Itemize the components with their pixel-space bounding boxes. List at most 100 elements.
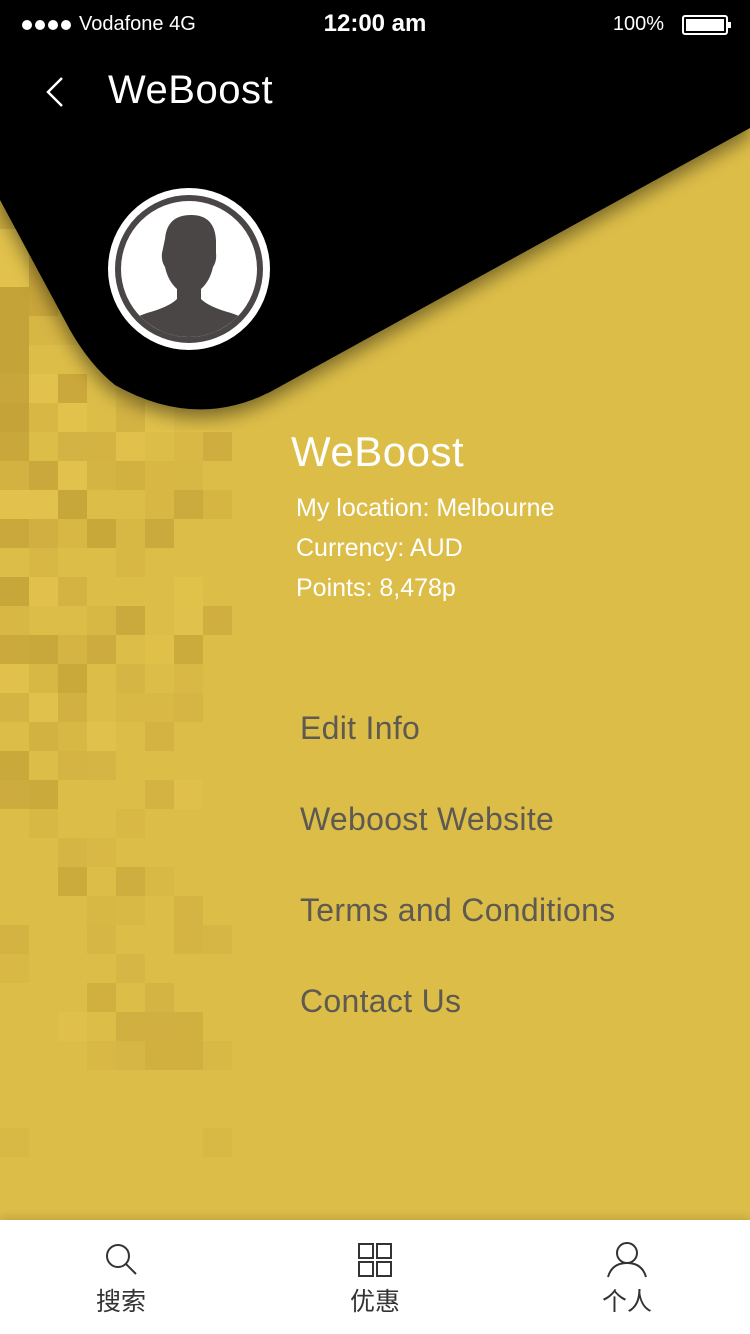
mosaic-tile <box>203 432 232 461</box>
mosaic-tile <box>0 635 29 664</box>
menu-item-edit-info[interactable]: Edit Info <box>300 700 615 791</box>
mosaic-tile <box>58 432 87 461</box>
mosaic-tile <box>58 490 87 519</box>
mosaic-tile <box>174 925 203 954</box>
mosaic-tile <box>116 606 145 635</box>
back-button[interactable] <box>40 70 80 114</box>
mosaic-tile <box>29 693 58 722</box>
mosaic-tile <box>174 896 203 925</box>
tab-deals[interactable]: 优惠 <box>315 1220 435 1334</box>
mosaic-tile <box>116 809 145 838</box>
mosaic-tile <box>87 838 116 867</box>
mosaic-tile <box>58 635 87 664</box>
mosaic-tile <box>174 780 203 809</box>
mosaic-tile <box>116 896 145 925</box>
mosaic-tile <box>203 1041 232 1070</box>
profile-screen: Vodafone 4G 12:00 am 100% WeBoost WeBoos… <box>0 0 750 1334</box>
mosaic-tile <box>0 606 29 635</box>
mosaic-tile <box>29 519 58 548</box>
mosaic-tile <box>116 1041 145 1070</box>
search-icon <box>106 1244 137 1275</box>
mosaic-tile <box>203 925 232 954</box>
mosaic-tile <box>116 867 145 896</box>
mosaic-tile <box>0 461 29 490</box>
mosaic-tile <box>58 867 87 896</box>
mosaic-tile <box>145 983 174 1012</box>
mosaic-tile <box>29 461 58 490</box>
mosaic-tile <box>116 1012 145 1041</box>
mosaic-tile <box>116 548 145 577</box>
tab-bar: 搜索 优惠 个人 <box>0 1220 750 1334</box>
mosaic-tile <box>116 432 145 461</box>
tab-search-label: 搜索 <box>95 1287 146 1316</box>
mosaic-tile <box>174 461 203 490</box>
mosaic-tile <box>87 461 116 490</box>
mosaic-tile <box>0 693 29 722</box>
mosaic-tile <box>0 664 29 693</box>
mosaic-tile <box>174 577 203 606</box>
mosaic-tile <box>87 925 116 954</box>
mosaic-tile <box>58 1012 87 1041</box>
mosaic-tile <box>145 490 174 519</box>
mosaic-tile <box>203 1128 232 1157</box>
mosaic-tile <box>145 461 174 490</box>
battery-icon <box>682 14 731 35</box>
mosaic-tile <box>0 751 29 780</box>
mosaic-tile <box>145 867 174 896</box>
mosaic-tile <box>29 780 58 809</box>
menu-item-website[interactable]: Weboost Website <box>300 791 615 882</box>
mosaic-tile <box>0 954 29 983</box>
navigation-bar: WeBoost <box>0 60 750 120</box>
mosaic-tile <box>203 606 232 635</box>
mosaic-tile <box>87 983 116 1012</box>
avatar[interactable] <box>108 188 270 350</box>
mosaic-tile <box>29 635 58 664</box>
tab-profile[interactable]: 个人 <box>567 1220 687 1334</box>
mosaic-tile <box>0 1128 29 1157</box>
mosaic-tile <box>29 809 58 838</box>
mosaic-tile <box>116 954 145 983</box>
tab-deals-label: 优惠 <box>349 1287 400 1316</box>
profile-menu: Edit Info Weboost Website Terms and Cond… <box>300 700 615 1064</box>
tab-search[interactable]: 搜索 <box>61 1220 181 1334</box>
mosaic-tile <box>116 519 145 548</box>
mosaic-tile <box>29 664 58 693</box>
mosaic-tile <box>87 519 116 548</box>
mosaic-tile <box>174 490 203 519</box>
tab-profile-label: 个人 <box>601 1287 652 1316</box>
mosaic-tile <box>87 1041 116 1070</box>
mosaic-tile <box>58 693 87 722</box>
mosaic-tile <box>29 548 58 577</box>
location-text: My location: Melbourne <box>296 494 555 522</box>
avatar-frame <box>115 195 263 343</box>
mosaic-tile <box>0 577 29 606</box>
menu-item-contact[interactable]: Contact Us <box>300 973 615 1064</box>
mosaic-tile <box>174 432 203 461</box>
mosaic-tile <box>116 693 145 722</box>
chevron-left-icon <box>46 77 63 107</box>
mosaic-tile <box>174 1041 203 1070</box>
mosaic-tile <box>87 635 116 664</box>
mosaic-tile <box>174 635 203 664</box>
mosaic-tile <box>87 722 116 751</box>
mosaic-tile <box>174 1012 203 1041</box>
mosaic-tile <box>0 925 29 954</box>
mosaic-tile <box>0 519 29 548</box>
person-icon <box>607 1242 647 1278</box>
menu-item-terms[interactable]: Terms and Conditions <box>300 882 615 973</box>
mosaic-tile <box>58 838 87 867</box>
mosaic-tile <box>87 606 116 635</box>
mosaic-tile <box>58 519 87 548</box>
mosaic-tile <box>145 780 174 809</box>
mosaic-tile <box>58 461 87 490</box>
mosaic-tile <box>29 577 58 606</box>
mosaic-tile <box>145 722 174 751</box>
mosaic-tile <box>0 780 29 809</box>
mosaic-tile <box>145 519 174 548</box>
mosaic-tile <box>174 606 203 635</box>
mosaic-tile <box>0 490 29 519</box>
battery-info: 100% <box>613 13 731 36</box>
mosaic-tile <box>174 664 203 693</box>
status-bar: Vodafone 4G 12:00 am 100% <box>0 0 750 50</box>
mosaic-tile <box>145 693 174 722</box>
